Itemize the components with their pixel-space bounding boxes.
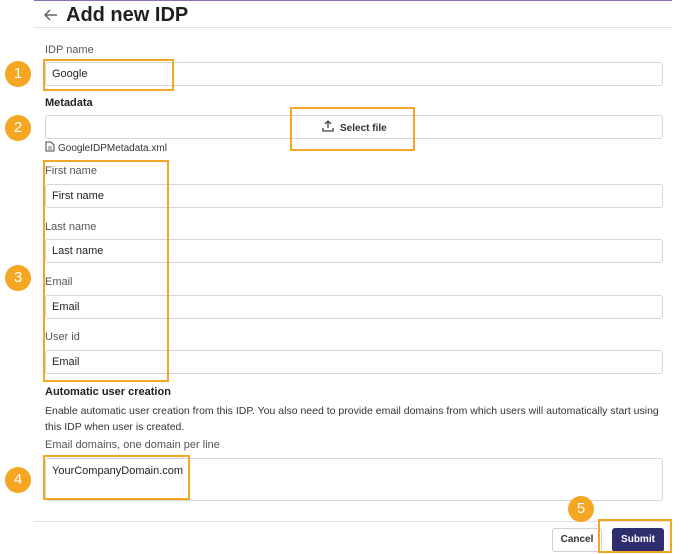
- file-icon: [45, 139, 55, 157]
- back-arrow-icon[interactable]: [42, 6, 60, 24]
- callout-highlight-4: [43, 455, 190, 500]
- metadata-label: Metadata: [45, 97, 93, 109]
- selected-file: GoogleIDPMetadata.xml: [45, 139, 167, 157]
- callout-highlight-5: [598, 519, 672, 553]
- callout-badge-1: 1: [5, 61, 31, 87]
- cancel-button[interactable]: Cancel: [552, 528, 602, 552]
- callout-badge-5: 5: [568, 496, 594, 522]
- callout-badge-4: 4: [5, 467, 31, 493]
- auto-creation-description: Enable automatic user creation from this…: [45, 405, 659, 433]
- email-domains-label: Email domains, one domain per line: [45, 439, 220, 451]
- callout-badge-3: 3: [5, 265, 31, 291]
- callout-highlight-3: [43, 160, 169, 382]
- top-divider: [34, 0, 672, 1]
- page-title: Add new IDP: [66, 4, 189, 26]
- callout-highlight-2: [290, 107, 415, 151]
- auto-creation-heading: Automatic user creation: [45, 386, 171, 398]
- idp-name-label: IDP name: [45, 44, 94, 56]
- selected-file-name: GoogleIDPMetadata.xml: [58, 142, 167, 154]
- callout-badge-2: 2: [5, 115, 31, 141]
- header-divider: [34, 27, 672, 28]
- callout-highlight-1: [43, 59, 174, 91]
